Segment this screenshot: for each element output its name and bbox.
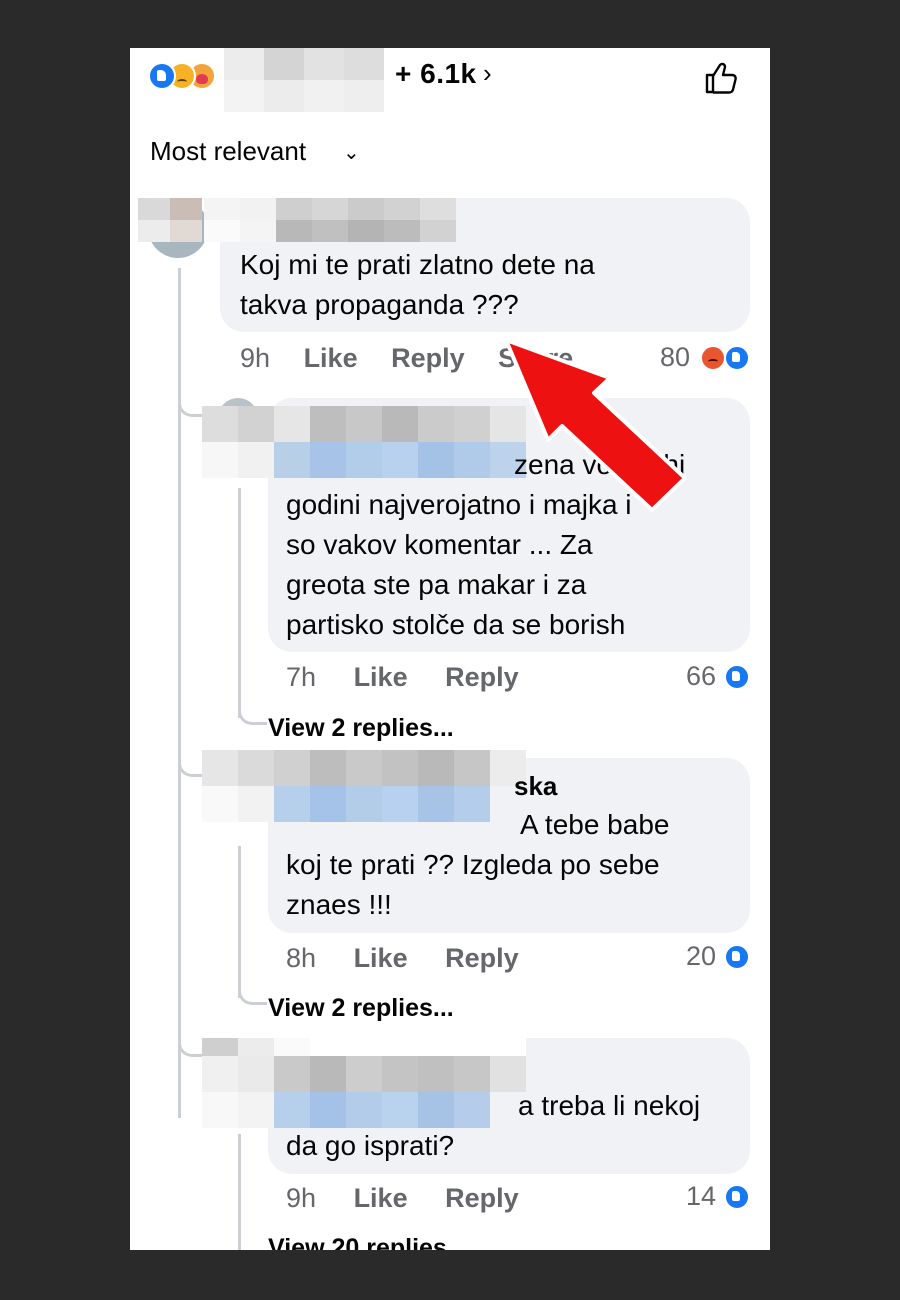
annotation-arrow xyxy=(504,338,687,512)
comments-panel: + 6.1k › Most relevant ⌄ Koj mi te prati… xyxy=(130,48,770,1250)
like-reaction-icon xyxy=(148,62,176,90)
